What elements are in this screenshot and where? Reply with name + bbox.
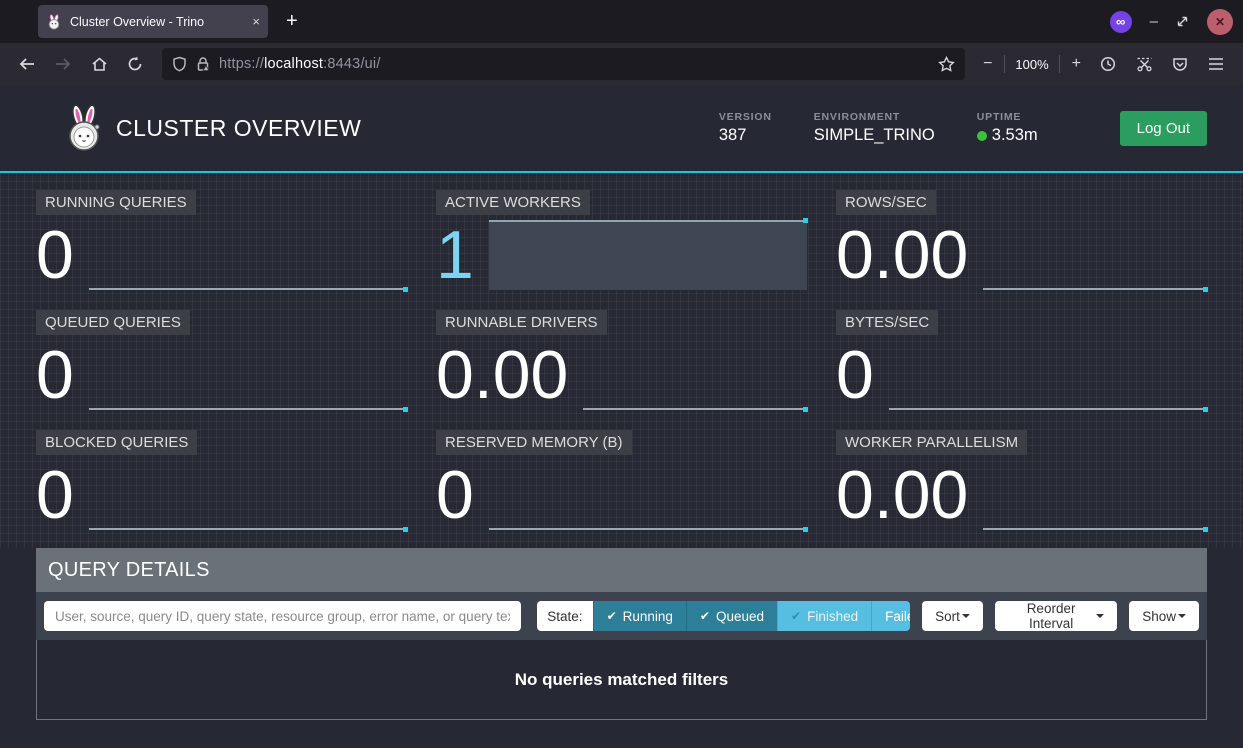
state-filter-finished[interactable]: ✔Finished [777,601,871,631]
pocket-icon[interactable] [1165,49,1195,79]
metric-label: BLOCKED QUERIES [36,430,197,455]
metric-label: RESERVED MEMORY (B) [436,430,632,455]
home-icon[interactable] [84,49,114,79]
reorder-interval-dropdown[interactable]: Reorder Interval [995,601,1117,631]
cluster-header: CLUSTER OVERVIEW VERSION 387 ENVIRONMENT… [0,85,1243,173]
zoom-controls: − 100% + [977,55,1087,73]
metric-value: 0 [36,460,74,530]
metric-card: WORKER PARALLELISM 0.00 [836,430,1207,534]
forward-icon[interactable] [48,49,78,79]
metric-label: ROWS/SEC [836,190,936,215]
environment-stat: ENVIRONMENT SIMPLE_TRINO [814,111,935,145]
metric-card: ROWS/SEC 0.00 [836,190,1207,294]
chevron-down-icon [1178,614,1186,618]
metric-sparkline [489,458,807,530]
uptime-stat: UPTIME 3.53m [977,111,1038,145]
metric-sparkline [489,220,807,290]
metric-value: 0.00 [436,340,568,410]
bookmark-star-icon[interactable] [938,56,955,72]
metric-sparkline [983,218,1207,290]
header-stats: VERSION 387 ENVIRONMENT SIMPLE_TRINO UPT… [719,111,1207,146]
metric-sparkline [89,458,407,530]
sort-dropdown[interactable]: Sort [922,601,983,631]
query-details-header: QUERY DETAILS [36,548,1207,592]
trino-bunny-logo [60,103,108,153]
check-icon: ✔ [791,609,801,623]
shield-icon[interactable] [172,56,187,72]
metric-sparkline [889,338,1207,410]
browser-tab[interactable]: Cluster Overview - Trino × [38,5,268,38]
url-text[interactable]: https://localhost:8443/ui/ [219,56,381,72]
metric-sparkline [583,338,807,410]
metric-label: RUNNING QUERIES [36,190,196,215]
window-close-button[interactable]: ✕ [1207,9,1233,35]
show-dropdown[interactable]: Show [1129,601,1199,631]
new-tab-button[interactable]: + [286,10,298,33]
check-icon: ✔ [607,609,617,623]
uptime-status-dot [977,131,987,141]
metric-card: RESERVED MEMORY (B) 0 [436,430,807,534]
metric-label: ACTIVE WORKERS [436,190,590,215]
menu-hamburger-icon[interactable] [1201,49,1231,79]
metric-value: 1 [436,220,474,290]
trino-page: CLUSTER OVERVIEW VERSION 387 ENVIRONMENT… [0,85,1243,748]
metric-value: 0.00 [836,220,968,290]
zoom-out-button[interactable]: − [977,55,998,73]
history-clock-icon[interactable] [1093,49,1123,79]
lock-warning-icon[interactable] [195,56,211,72]
empty-results-message: No queries matched filters [515,670,729,690]
window-minimize-button[interactable]: – [1150,13,1158,30]
check-icon: ✔ [700,609,710,623]
metric-card: RUNNABLE DRIVERS 0.00 [436,310,807,414]
metric-sparkline [89,218,407,290]
metric-card: RUNNING QUERIES 0 [36,190,407,294]
state-filter-running[interactable]: ✔Running [593,601,686,631]
metric-card: BLOCKED QUERIES 0 [36,430,407,534]
query-filter-toolbar: State: ✔Running✔Queued✔FinishedFailed So… [36,592,1207,640]
metric-label: QUEUED QUERIES [36,310,190,335]
trino-favicon-icon [46,14,62,30]
zoom-level[interactable]: 100% [1011,57,1052,72]
metric-card: ACTIVE WORKERS 1 [436,190,807,294]
state-filter-queued[interactable]: ✔Queued [686,601,777,631]
metric-value: 0 [36,340,74,410]
chevron-down-icon [1096,614,1104,618]
zoom-in-button[interactable]: + [1066,55,1087,73]
url-bar[interactable]: https://localhost:8443/ui/ [162,48,965,80]
metric-card: QUEUED QUERIES 0 [36,310,407,414]
reload-icon[interactable] [120,49,150,79]
state-filter-group: State: ✔Running✔Queued✔FinishedFailed [537,601,910,631]
tab-close-icon[interactable]: × [252,14,260,29]
metric-label: BYTES/SEC [836,310,938,335]
query-results-area: No queries matched filters [36,640,1207,720]
logout-button[interactable]: Log Out [1120,111,1207,146]
metric-label: WORKER PARALLELISM [836,430,1027,455]
state-filter-failed[interactable]: Failed [871,601,910,631]
version-stat: VERSION 387 [719,111,772,145]
tab-title: Cluster Overview - Trino [70,15,244,29]
state-label: State: [537,601,592,631]
window-restore-button[interactable] [1176,15,1189,28]
metric-sparkline [89,338,407,410]
metric-value: 0 [36,220,74,290]
browser-titlebar: Cluster Overview - Trino × + ∞ – ✕ [0,0,1243,43]
screenshot-scissors-icon[interactable] [1129,49,1159,79]
page-title: CLUSTER OVERVIEW [116,115,361,142]
metric-value: 0 [436,460,474,530]
query-search-input[interactable] [44,601,521,631]
back-icon[interactable] [12,49,42,79]
metric-card: BYTES/SEC 0 [836,310,1207,414]
private-browsing-icon[interactable]: ∞ [1110,11,1132,33]
metrics-grid: RUNNING QUERIES 0 ACTIVE WORKERS 1 ROWS/SEC 0… [0,173,1243,548]
chevron-down-icon [962,614,970,618]
metric-value: 0 [836,340,874,410]
metric-sparkline [983,458,1207,530]
browser-navbar: https://localhost:8443/ui/ − 100% + [0,43,1243,85]
metric-label: RUNNABLE DRIVERS [436,310,607,335]
metric-value: 0.00 [836,460,968,530]
